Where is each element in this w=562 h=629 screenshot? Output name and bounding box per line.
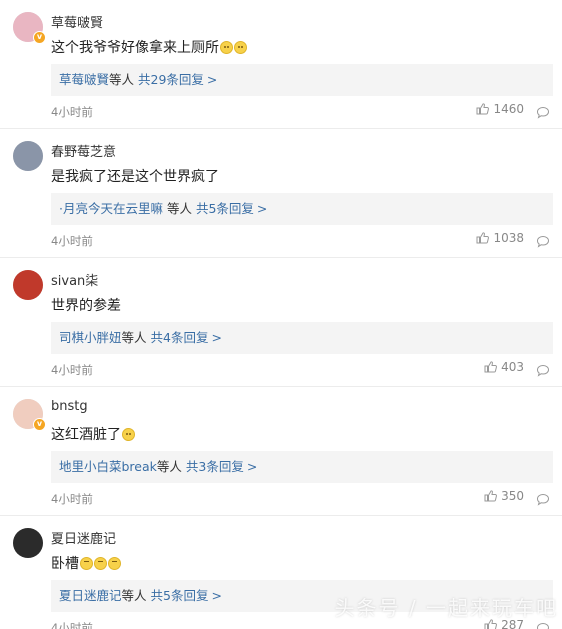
comment-text-content: 世界的参差 [51, 298, 121, 314]
reply-user-link[interactable]: 草莓啵賢 [59, 72, 109, 87]
reply-summary[interactable]: ·月亮今天在云里嘛 等人 共5条回复 > [51, 193, 553, 225]
reply-user-link[interactable]: 地里小白菜break [59, 459, 157, 474]
comment-item: 春野莓芝意 是我疯了还是这个世界疯了 ·月亮今天在云里嘛 等人 共5条回复 >4小时前… [0, 129, 562, 258]
comment-text-content: 是我疯了还是这个世界疯了 [51, 169, 219, 185]
reply-user-link[interactable]: 司棋小胖妞 [59, 330, 122, 345]
comment-bubble-icon[interactable] [536, 233, 550, 252]
like-count: 1460 [493, 102, 524, 116]
username-link[interactable]: bnstg [51, 399, 88, 414]
verified-badge-icon: v [33, 31, 46, 44]
reply-mid-text: 等人 [156, 459, 182, 474]
avatar-image [13, 270, 43, 300]
smile-emoji-icon [234, 40, 247, 54]
comment-text: 卧槽 [51, 553, 121, 573]
reply-mid-text: 等人 [121, 588, 147, 603]
avatar[interactable]: v [13, 399, 46, 431]
comment-text: 这个我爷爷好像拿来上厕所 [51, 37, 247, 57]
avatar-image [13, 141, 43, 171]
laugh-emoji-icon [108, 556, 121, 570]
avatar[interactable] [13, 141, 43, 171]
smile-emoji-icon [220, 40, 233, 54]
comment-text: 世界的参差 [51, 295, 121, 315]
chevron-right-icon: > [256, 201, 268, 216]
comment-item: sivan柒 世界的参差 司棋小胖妞等人 共4条回复 >4小时前 403 [0, 258, 562, 387]
avatar[interactable] [13, 528, 43, 558]
chevron-right-icon: > [246, 459, 258, 474]
chevron-right-icon: > [211, 588, 222, 603]
chevron-right-icon: > [211, 330, 222, 345]
comment-time: 4小时前 [51, 363, 93, 377]
comment-item: v bnstg 这红酒脏了 地里小白菜break等人 共3条回复 >4小时前 350 [0, 387, 562, 516]
comment-bubble-icon[interactable] [536, 362, 550, 381]
reply-count-link[interactable]: 共3条回复 [186, 459, 244, 474]
comment-bubble-icon[interactable] [536, 104, 550, 123]
comment-bubble-icon[interactable] [536, 491, 550, 510]
reply-count-link[interactable]: 共29条回复 [138, 72, 204, 87]
reply-count-link[interactable]: 共5条回复 [151, 588, 209, 603]
avatar-image [13, 528, 43, 558]
like-button[interactable]: 350 [484, 489, 524, 503]
thumbs-up-icon [484, 361, 501, 373]
comment-time: 4小时前 [51, 492, 93, 506]
comment-text-content: 这个我爷爷好像拿来上厕所 [51, 40, 219, 56]
reply-user-link[interactable]: ·月亮今天在云里嘛 [59, 201, 163, 216]
comment-text-content: 卧槽 [51, 556, 79, 572]
chevron-right-icon: > [206, 72, 218, 87]
laugh-emoji-icon [80, 556, 93, 570]
comment-text: 是我疯了还是这个世界疯了 [51, 166, 219, 186]
comment-bubble-icon[interactable] [536, 620, 550, 629]
avatar[interactable]: v [13, 12, 46, 44]
reply-summary[interactable]: 地里小白菜break等人 共3条回复 > [51, 451, 553, 483]
avatar[interactable] [13, 270, 43, 300]
thumbs-up-icon [476, 103, 493, 115]
reply-mid-text: 等人 [162, 201, 192, 216]
thumbs-up-icon [476, 232, 493, 244]
username-link[interactable]: 春野莓芝意 [51, 141, 116, 160]
comment-time: 4小时前 [51, 234, 93, 248]
comment-time: 4小时前 [51, 105, 93, 119]
reply-mid-text: 等人 [121, 330, 147, 345]
reply-count-link[interactable]: 共4条回复 [151, 330, 209, 345]
reply-user-link[interactable]: 夏日迷鹿记 [59, 588, 122, 603]
username-link[interactable]: 夏日迷鹿记 [51, 528, 116, 547]
reply-count-link[interactable]: 共5条回复 [196, 201, 254, 216]
username-link[interactable]: sivan柒 [51, 270, 98, 289]
like-button[interactable]: 1460 [476, 102, 524, 116]
like-count: 350 [501, 489, 524, 503]
like-count: 1038 [493, 231, 524, 245]
like-button[interactable]: 1038 [476, 231, 524, 245]
comment-time: 4小时前 [51, 621, 93, 629]
like-button[interactable]: 403 [484, 360, 524, 374]
reply-summary[interactable]: 司棋小胖妞等人 共4条回复 > [51, 322, 553, 354]
comment-item: v 草莓啵賢 这个我爷爷好像拿来上厕所 草莓啵賢等人 共29条回复 >4小时前 1460 [0, 0, 562, 129]
smile-emoji-icon [122, 427, 135, 441]
reply-summary[interactable]: 草莓啵賢等人 共29条回复 > [51, 64, 553, 96]
laugh-emoji-icon [94, 556, 107, 570]
username-link[interactable]: 草莓啵賢 [51, 12, 103, 31]
like-count: 403 [501, 360, 524, 374]
comment-text-content: 这红酒脏了 [51, 427, 121, 443]
comment-text: 这红酒脏了 [51, 424, 135, 444]
comment-list: v 草莓啵賢 这个我爷爷好像拿来上厕所 草莓啵賢等人 共29条回复 >4小时前 1460 春… [0, 0, 562, 629]
watermark: 头条号 / 一起来玩车吧 [334, 596, 558, 620]
reply-mid-text: 等人 [109, 72, 135, 87]
verified-badge-icon: v [33, 418, 46, 431]
thumbs-up-icon [484, 490, 501, 502]
